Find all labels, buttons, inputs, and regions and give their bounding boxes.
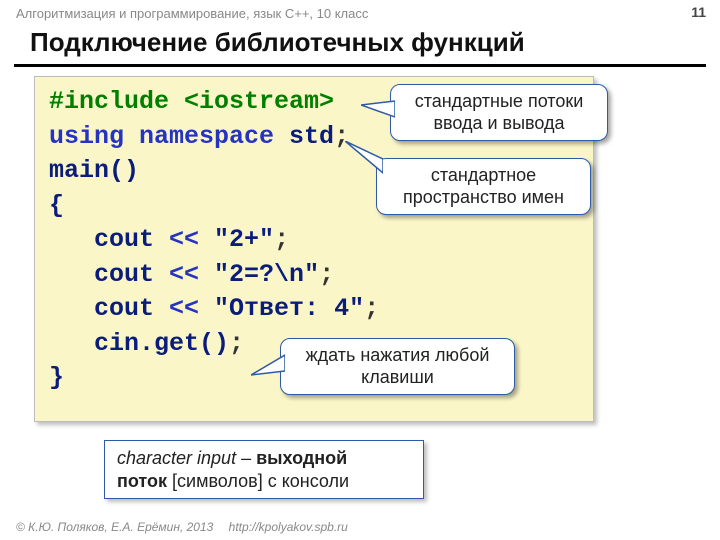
code-line: cout << "Ответ: 4"; <box>49 292 579 327</box>
infobox-character-input: character input – выходнойпоток [символо… <box>104 440 424 499</box>
callout-cinget: ждать нажатия любой клавиши <box>280 338 515 395</box>
page-number: 11 <box>691 4 706 20</box>
course-header: Алгоритмизация и программирование, язык … <box>0 0 720 23</box>
callout-namespace: стандартное пространство имен <box>376 158 591 215</box>
footer-link[interactable]: http://kpolyakov.spb.ru <box>229 520 348 534</box>
code-line: cout << "2+"; <box>49 223 579 258</box>
callout-iostream: стандартные потоки ввода и вывода <box>390 84 608 141</box>
code-line: cout << "2=?\n"; <box>49 258 579 293</box>
footer: © К.Ю. Поляков, Е.А. Ерёмин, 2013 http:/… <box>16 520 348 534</box>
slide-title: Подключение библиотечных функций <box>14 23 706 67</box>
footer-copyright: © К.Ю. Поляков, Е.А. Ерёмин, 2013 <box>16 520 213 534</box>
